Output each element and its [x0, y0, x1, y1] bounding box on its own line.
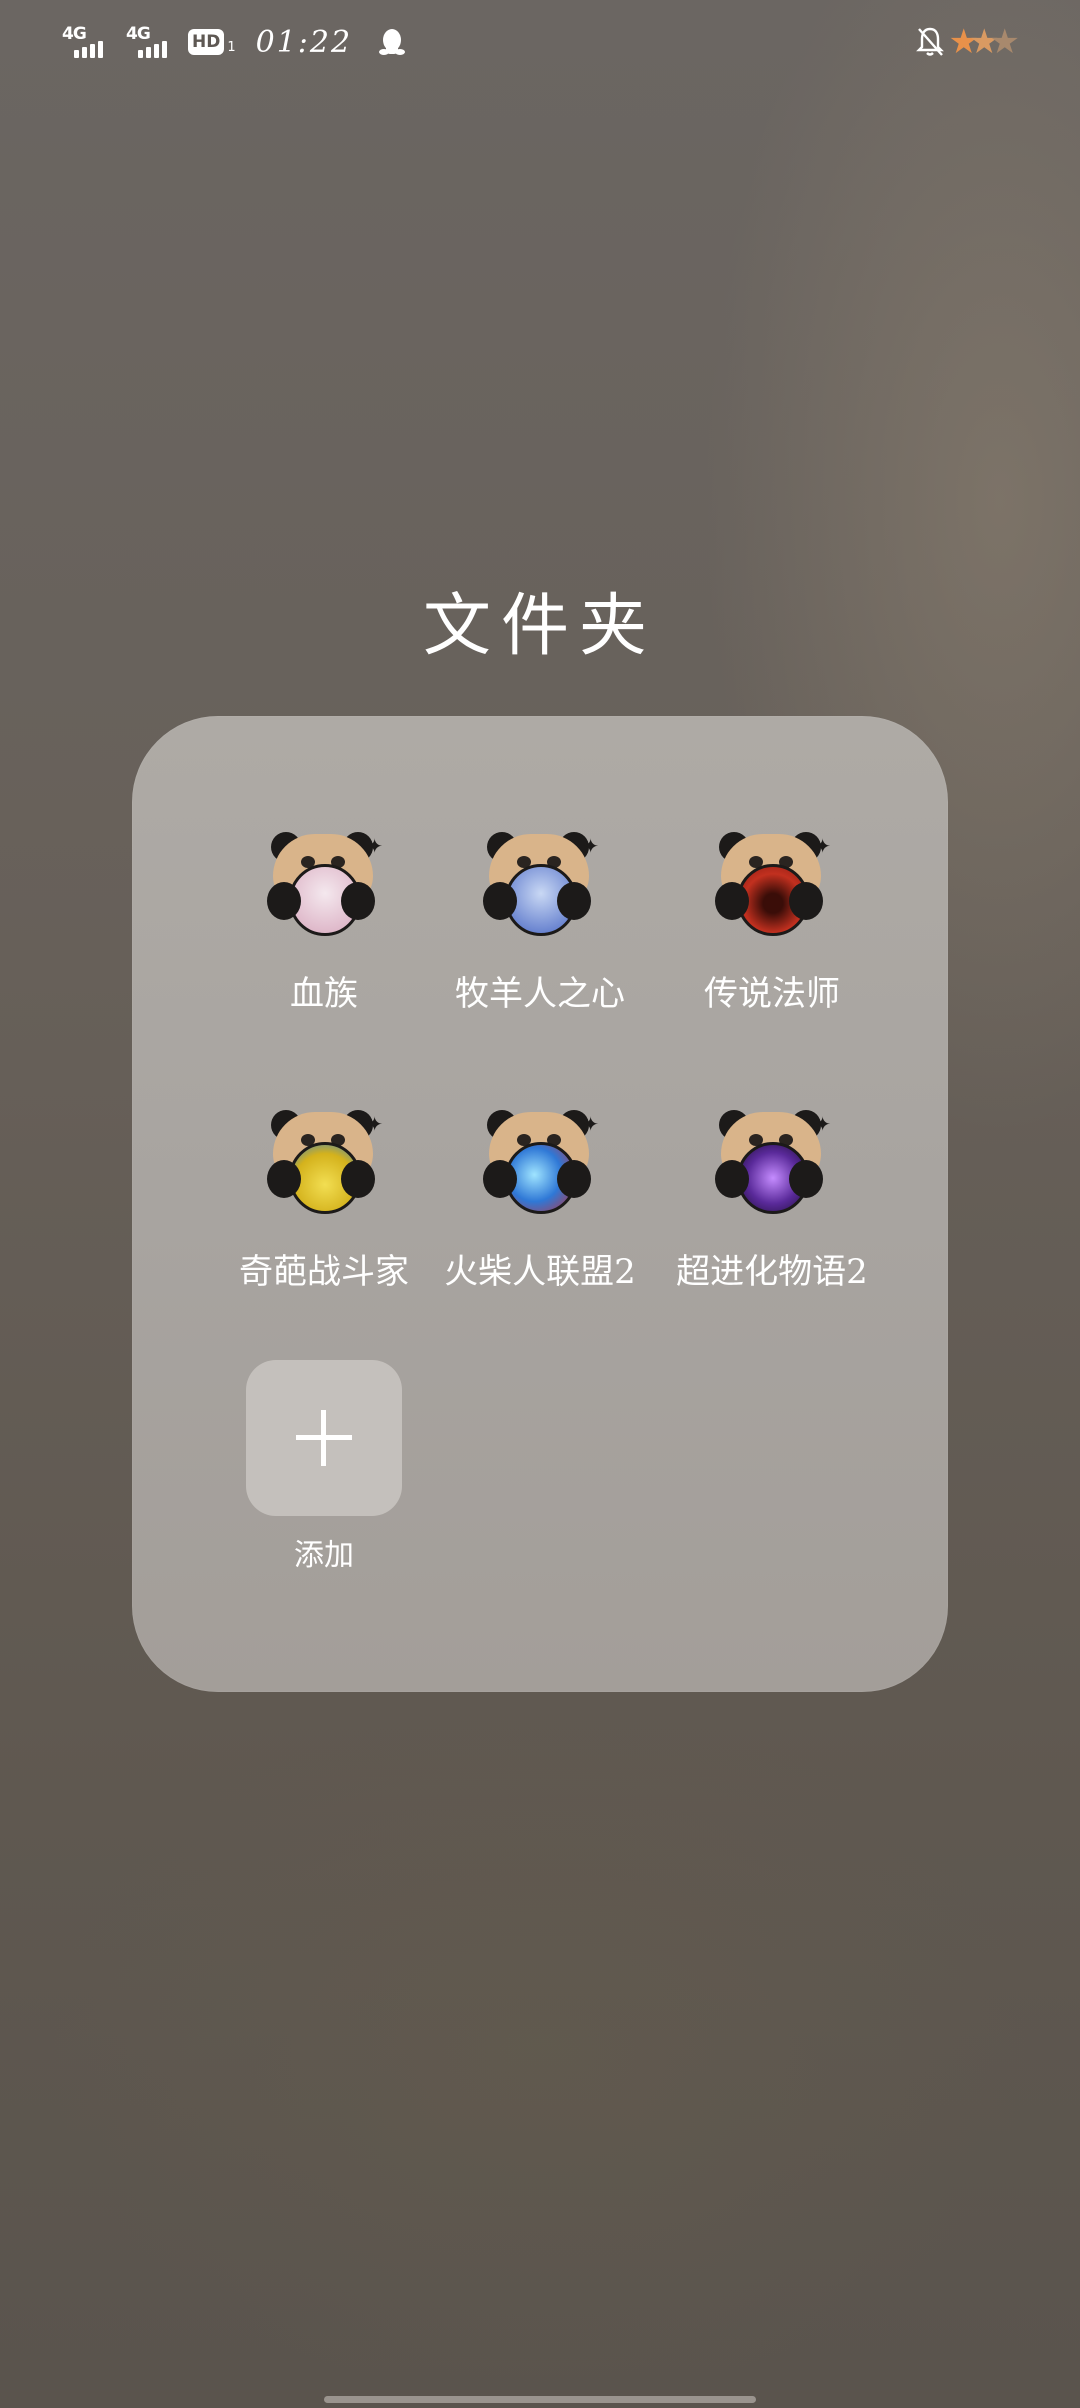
hd-volte-icon: HD 1: [188, 29, 236, 55]
folder-title[interactable]: 文件夹: [0, 570, 1080, 669]
app-label: 血族: [290, 974, 358, 1014]
home-indicator[interactable]: [324, 2396, 756, 2403]
add-tile[interactable]: [246, 1360, 402, 1516]
add-label: 添加: [294, 1538, 354, 1573]
sim2-signal-icon: 4G: [124, 22, 174, 62]
panda-game-icon[interactable]: ✦: [265, 828, 383, 946]
app-label: 牧羊人之心: [455, 974, 625, 1014]
app-label: 超进化物语2: [676, 1252, 868, 1292]
status-bar-right: ★ ★ ★: [915, 22, 1020, 62]
panda-game-icon[interactable]: ✦: [265, 1106, 383, 1224]
app-chuanshuofashi[interactable]: ✦ 传说法师: [656, 828, 888, 1015]
panda-game-icon[interactable]: ✦: [713, 1106, 831, 1224]
hd-label: HD: [188, 29, 225, 55]
app-qipazhandoujia[interactable]: ✦ 奇葩战斗家: [208, 1106, 440, 1293]
app-chaojinhua[interactable]: ✦ 超进化物语2: [656, 1106, 888, 1293]
panda-game-icon[interactable]: ✦: [481, 828, 599, 946]
status-clock: 01:22: [255, 24, 353, 60]
stars-icon: ★ ★ ★: [948, 22, 1020, 62]
sim1-signal-icon: 4G: [60, 22, 110, 62]
app-xuezu[interactable]: ✦ 血族: [208, 828, 440, 1015]
status-bar-left: 4G 4G HD 1 01:22: [60, 22, 406, 62]
folder-panel: ✦ 血族 ✦ 牧羊人之心 ✦ 传说法师 ✦ 奇葩战斗家 ✦ 火柴人联盟2 ✦ 超…: [132, 716, 948, 1692]
app-huochairen[interactable]: ✦ 火柴人联盟2: [424, 1106, 656, 1293]
panda-game-icon[interactable]: ✦: [713, 828, 831, 946]
bell-off-icon: [915, 27, 944, 56]
hd-sub-label: 1: [227, 40, 236, 55]
add-app-button[interactable]: 添加: [208, 1360, 440, 1574]
app-label: 奇葩战斗家: [239, 1252, 409, 1292]
app-label: 火柴人联盟2: [444, 1252, 636, 1292]
status-bar: 4G 4G HD 1 01:22 ★ ★ ★: [0, 0, 1080, 90]
app-label: 传说法师: [704, 974, 840, 1014]
qq-penguin-icon: [379, 29, 406, 55]
app-muyangren[interactable]: ✦ 牧羊人之心: [424, 828, 656, 1015]
panda-game-icon[interactable]: ✦: [481, 1106, 599, 1224]
